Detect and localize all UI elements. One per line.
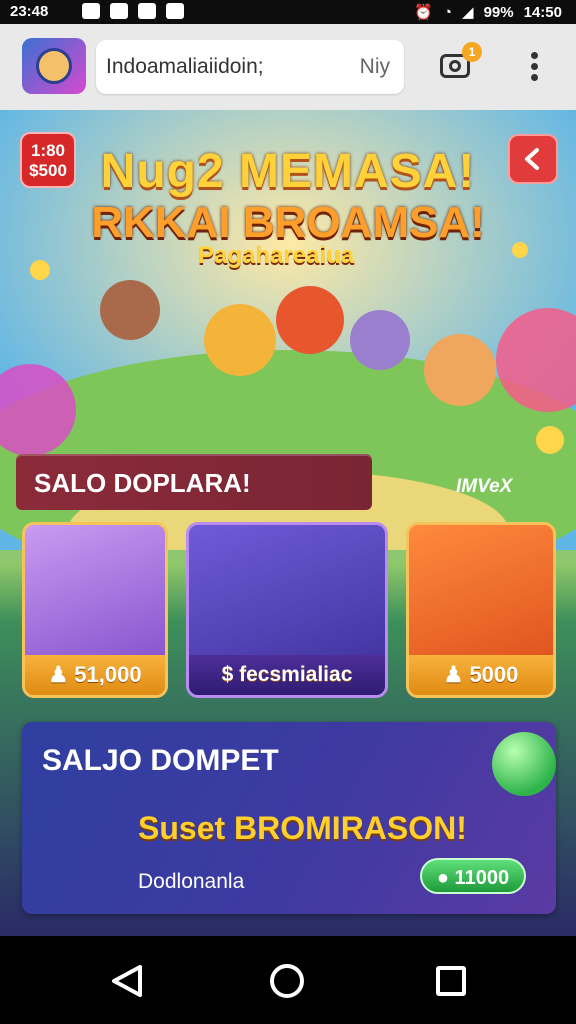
more-menu-icon (530, 52, 538, 59)
notification-badge: 1 (462, 42, 482, 62)
alarm-icon: ⏰ (414, 4, 433, 21)
game-content: 1:80 $500 Nug2 MEMASA! RKKAI BROAMSA! Pa… (0, 110, 576, 936)
email-icon (82, 3, 100, 19)
game-card-3[interactable]: ♟ 5000 (406, 522, 556, 698)
card-label: ♟ 5000 (409, 655, 553, 695)
lock-icon (166, 3, 184, 19)
card-label: ♟ 51,000 (25, 655, 165, 695)
section-label: SALO DOPLARA! (34, 468, 251, 498)
brand-logo: IMVeX (456, 476, 513, 497)
camera-button[interactable]: 1 (438, 42, 482, 84)
game-cards: ♟ 51,000 $ fecsmialiac ♟ 5000 (22, 522, 556, 700)
wallet-promo: Suset BROMIRASON! (138, 810, 467, 846)
signal-icon: ◢ (462, 4, 474, 21)
search-input[interactable]: Indoamaliaiidoin; Niy (96, 40, 404, 94)
game-card-2[interactable]: $ fecsmialiac (186, 522, 388, 698)
lottery-ball-icon (492, 732, 556, 796)
camera-lens-icon (449, 60, 461, 72)
banner-title-line-2: RKKAI BROAMSA! (91, 198, 485, 247)
section-header: SALO DOPLARA! (16, 454, 372, 510)
recents-square-icon[interactable] (436, 966, 466, 996)
status-icons (82, 3, 184, 19)
status-right: ⏰ ◔ ◢ 99% 14:50 (414, 3, 562, 22)
battery-level: 99% (483, 3, 514, 21)
status-bar: 23:48 ⏰ ◔ ◢ 99% 14:50 (0, 0, 576, 24)
banner-subtitle: Pagahareaiua (198, 242, 355, 269)
more-menu-button[interactable] (528, 52, 540, 82)
url-suffix: Niy (359, 55, 390, 78)
wallet-panel[interactable]: SALJO DOMPET Suset BROMIRASON! Dodlonanl… (22, 722, 556, 914)
game-card-1[interactable]: ♟ 51,000 (22, 522, 168, 698)
card-label: $ fecsmialiac (189, 655, 385, 695)
bag-icon (138, 3, 156, 19)
home-circle-icon[interactable] (270, 964, 304, 998)
image-icon (110, 3, 128, 19)
wallet-amount-button[interactable]: ● 11000 (420, 858, 526, 894)
back-triangle-icon[interactable] (110, 964, 144, 998)
wallet-subtitle: Dodlonanla (138, 870, 245, 893)
status-clock: 14:50 (523, 3, 562, 21)
url-text: Indoamaliaiidoin; (106, 55, 264, 78)
app-bar: Indoamaliaiidoin; Niy 1 (0, 24, 576, 110)
wifi-icon: ◔ (442, 3, 453, 21)
system-nav-bar (0, 936, 576, 1024)
wallet-title: SALJO DOMPET (42, 744, 279, 777)
status-time: 23:48 (10, 3, 49, 20)
app-icon[interactable] (22, 38, 86, 94)
banner-title-line-1: Nug2 MEMASA! (100, 145, 476, 198)
